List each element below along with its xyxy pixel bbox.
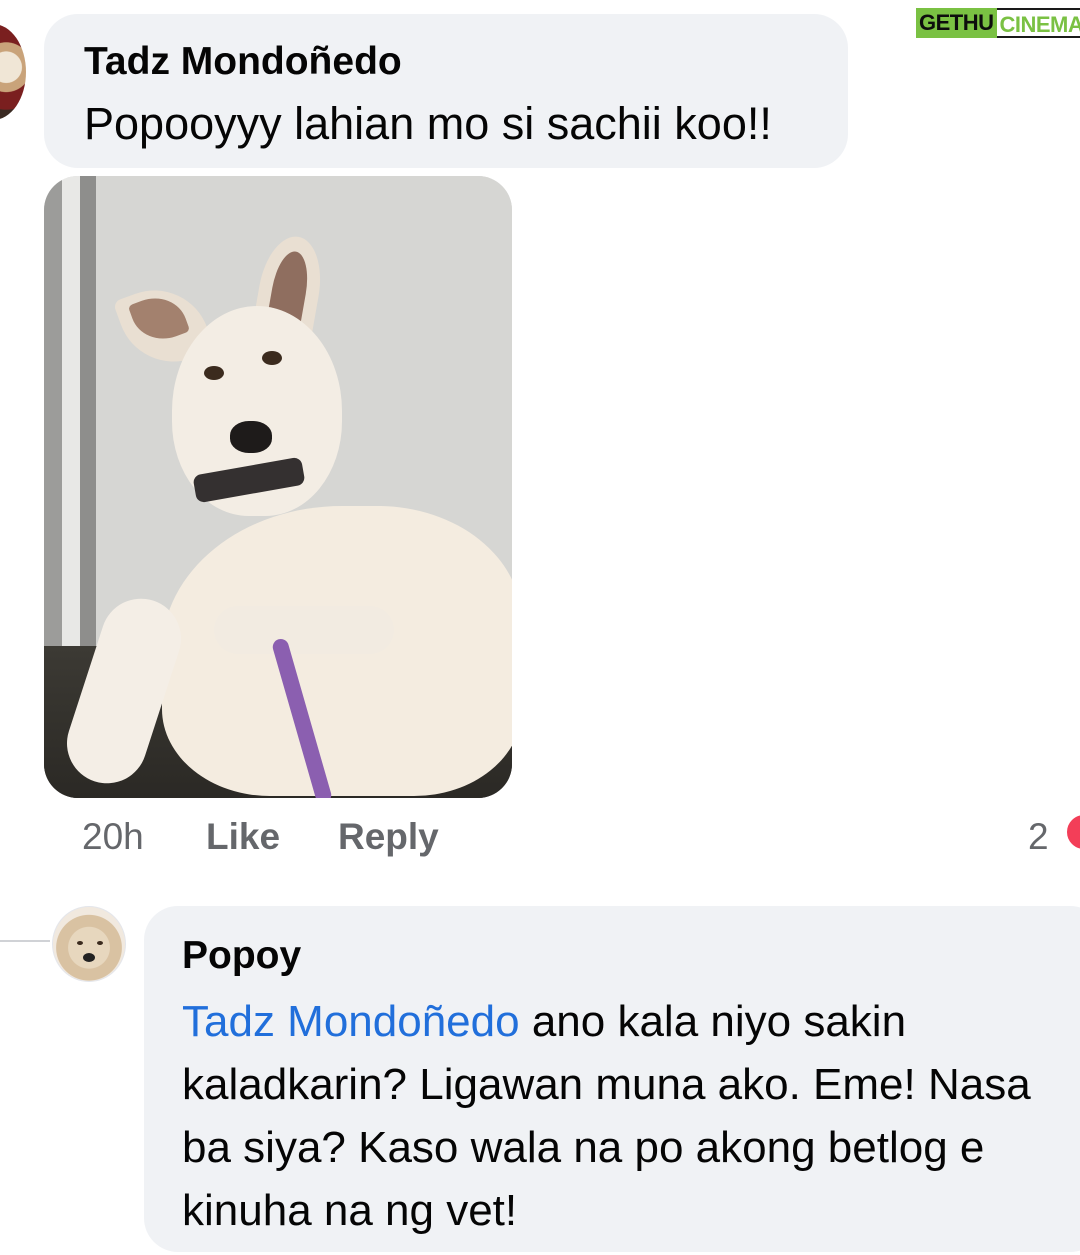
avatar-eye-left xyxy=(77,941,83,945)
dog-photo[interactable] xyxy=(44,176,512,798)
watermark-part2: CINEMA xyxy=(996,8,1080,38)
thread-connector-line xyxy=(0,940,50,942)
dog-nose xyxy=(230,421,272,453)
avatar-popoy[interactable] xyxy=(52,906,126,982)
dog-front-leg-right xyxy=(214,606,394,654)
dog-eye-right xyxy=(262,351,282,365)
avatar-nose xyxy=(83,953,95,962)
watermark-logo: GETHU CINEMA xyxy=(916,4,1080,42)
comment-author[interactable]: Tadz Mondoñedo xyxy=(84,40,402,84)
reply-button[interactable]: Reply xyxy=(338,816,439,858)
mention-link[interactable]: Tadz Mondoñedo xyxy=(182,997,520,1046)
reply-line-4: kinuha na ng vet! xyxy=(182,1186,518,1235)
dog-eye-left xyxy=(204,366,224,380)
avatar-eye-right xyxy=(97,941,103,945)
reaction-count[interactable]: 2 xyxy=(1028,816,1049,858)
comment-text: Popooyyy lahian mo si sachii koo!! xyxy=(84,98,772,149)
comment-timestamp[interactable]: 20h xyxy=(82,816,144,858)
reply-line-1: Tadz Mondoñedo ano kala niyo sakin xyxy=(182,990,1080,1053)
reply-line-2: kaladkarin? Ligawan muna ako. Eme! Nasa xyxy=(182,1060,1031,1109)
reply-line-1-rest: ano kala niyo sakin xyxy=(519,997,907,1046)
reply-author[interactable]: Popoy xyxy=(182,934,301,978)
reply-text: Tadz Mondoñedo ano kala niyo sakin kalad… xyxy=(182,990,1080,1242)
watermark-part1: GETHU xyxy=(916,8,997,38)
like-button[interactable]: Like xyxy=(206,816,280,858)
avatar-tadz[interactable] xyxy=(0,24,26,120)
comment-thread: GETHU CINEMA Tadz Mondoñedo Popooyyy lahi… xyxy=(0,0,1080,1255)
heart-reaction-icon[interactable] xyxy=(1064,812,1080,852)
reply-line-3: ba siya? Kaso wala na po akong betlog e xyxy=(182,1123,985,1172)
